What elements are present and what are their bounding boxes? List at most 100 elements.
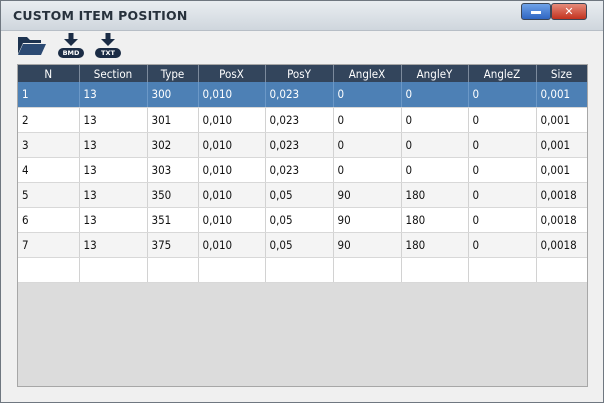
minimize-button[interactable] [521,3,551,20]
table-cell[interactable]: 0 [333,107,402,133]
table-cell[interactable]: 0,0018 [536,207,587,233]
table-cell[interactable]: 0,023 [265,107,334,133]
table-cell[interactable]: 0 [401,132,469,158]
table-cell[interactable]: 13 [79,157,148,183]
table-cell[interactable]: 5 [18,182,80,208]
table-row[interactable]: 1 13 300 0,010 0,023 0 0 0 0,001 [18,82,587,108]
table-cell[interactable]: 302 [147,132,199,158]
table-cell[interactable]: 90 [333,182,402,208]
column-header[interactable]: Section [79,65,148,82]
table-cell[interactable]: 0 [401,82,469,108]
table-cell[interactable]: 13 [79,132,148,158]
table-cell[interactable]: 300 [147,82,199,108]
table-cell[interactable]: 6 [18,207,80,233]
column-header[interactable]: Size [536,65,587,82]
table-cell[interactable]: 0,023 [265,157,334,183]
table-cell[interactable]: 351 [147,207,199,233]
window-title: CUSTOM ITEM POSITION [13,8,188,23]
item-position-grid[interactable]: N Section Type PosX PosY AngleX AngleY A… [17,64,588,387]
table-cell[interactable] [333,257,402,283]
column-header[interactable]: PosX [198,65,266,82]
close-icon: ✕ [564,5,574,18]
table-cell[interactable] [198,257,266,283]
table-cell[interactable]: 0 [401,107,469,133]
table-cell[interactable]: 0 [468,232,537,258]
table-cell[interactable] [147,257,199,283]
table-cell[interactable]: 0,010 [198,232,266,258]
table-cell[interactable]: 0,001 [536,82,587,108]
open-file-button[interactable] [17,33,47,61]
table-cell[interactable]: 0,001 [536,157,587,183]
table-cell[interactable]: 0,023 [265,82,334,108]
title-bar[interactable]: CUSTOM ITEM POSITION ✕ [1,1,603,31]
table-cell[interactable] [468,257,537,283]
table-cell[interactable]: 0,05 [265,232,334,258]
table-cell[interactable]: 350 [147,182,199,208]
column-header[interactable]: PosY [265,65,334,82]
table-cell[interactable]: 0,010 [198,182,266,208]
column-header[interactable]: AngleZ [468,65,537,82]
table-cell[interactable]: 0,010 [198,82,266,108]
close-button[interactable]: ✕ [551,3,587,20]
table-cell[interactable]: 0,0018 [536,182,587,208]
table-cell[interactable]: 1 [18,82,80,108]
table-cell[interactable]: 13 [79,232,148,258]
new-row[interactable] [18,257,587,283]
table-row[interactable]: 7 13 375 0,010 0,05 90 180 0 0,0018 [18,232,587,258]
table-cell[interactable]: 0,010 [198,157,266,183]
table-cell[interactable]: 375 [147,232,199,258]
table-cell[interactable]: 0,001 [536,132,587,158]
table-cell[interactable]: 90 [333,232,402,258]
table-cell[interactable] [536,257,587,283]
bmd-label: BMD [58,48,84,58]
table-cell[interactable]: 90 [333,207,402,233]
table-cell[interactable]: 0,0018 [536,232,587,258]
table-cell[interactable]: 180 [401,207,469,233]
table-cell[interactable]: 301 [147,107,199,133]
table-cell[interactable]: 0,001 [536,107,587,133]
table-row[interactable]: 4 13 303 0,010 0,023 0 0 0 0,001 [18,157,587,183]
table-cell[interactable] [265,257,334,283]
table-cell[interactable]: 0 [333,82,402,108]
table-cell[interactable]: 13 [79,182,148,208]
table-cell[interactable] [401,257,469,283]
table-cell[interactable]: 0 [468,82,537,108]
table-cell[interactable]: 303 [147,157,199,183]
table-cell[interactable]: 0 [468,107,537,133]
table-cell[interactable]: 0 [468,157,537,183]
table-cell[interactable]: 0,010 [198,132,266,158]
column-header[interactable]: Type [147,65,199,82]
column-header[interactable]: AngleY [401,65,469,82]
table-row[interactable]: 3 13 302 0,010 0,023 0 0 0 0,001 [18,132,587,158]
table-row[interactable]: 2 13 301 0,010 0,023 0 0 0 0,001 [18,107,587,133]
table-cell[interactable]: 0 [468,182,537,208]
table-cell[interactable] [18,257,80,283]
table-row[interactable]: 6 13 351 0,010 0,05 90 180 0 0,0018 [18,207,587,233]
table-cell[interactable]: 180 [401,232,469,258]
table-cell[interactable]: 0,010 [198,107,266,133]
table-cell[interactable]: 4 [18,157,80,183]
table-cell[interactable]: 0,010 [198,207,266,233]
column-header[interactable]: N [18,65,80,82]
table-cell[interactable]: 180 [401,182,469,208]
table-cell[interactable]: 0 [468,207,537,233]
table-cell[interactable]: 2 [18,107,80,133]
column-header[interactable]: AngleX [333,65,402,82]
export-txt-button[interactable]: TXT [95,33,121,61]
table-cell[interactable]: 0 [333,132,402,158]
table-cell[interactable]: 13 [79,207,148,233]
table-cell[interactable]: 3 [18,132,80,158]
table-cell[interactable]: 0 [468,132,537,158]
export-bmd-button[interactable]: BMD [58,33,84,61]
table-row[interactable]: 5 13 350 0,010 0,05 90 180 0 0,0018 [18,182,587,208]
table-cell[interactable]: 13 [79,82,148,108]
table-cell[interactable]: 0 [333,157,402,183]
table-cell[interactable]: 7 [18,232,80,258]
custom-item-position-window: CUSTOM ITEM POSITION ✕ BMD TXT N Section… [0,0,604,403]
table-cell[interactable] [79,257,148,283]
table-cell[interactable]: 0,05 [265,182,334,208]
table-cell[interactable]: 0,05 [265,207,334,233]
table-cell[interactable]: 0,023 [265,132,334,158]
table-cell[interactable]: 13 [79,107,148,133]
table-cell[interactable]: 0 [401,157,469,183]
